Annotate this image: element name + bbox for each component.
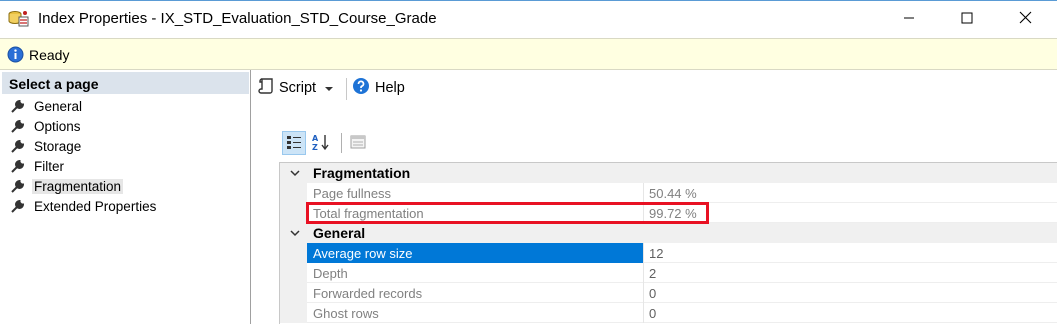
status-bar: Ready — [0, 38, 1057, 70]
property-grid: Fragmentation Page fullness 50.44 % Tota… — [279, 162, 1057, 324]
wrench-icon — [10, 118, 26, 134]
sidebar-item-options[interactable]: Options — [10, 116, 81, 136]
select-page-panel: Select a page General Options Storage Fi… — [0, 70, 251, 324]
sidebar-item-label: Filter — [34, 158, 64, 174]
sidebar-item-storage[interactable]: Storage — [10, 136, 81, 156]
svg-text:A: A — [312, 134, 319, 143]
row-gutter — [280, 183, 307, 203]
sidebar-item-label: Storage — [34, 138, 82, 154]
property-value: 0 — [649, 306, 657, 321]
sidebar-item-fragmentation[interactable]: Fragmentation — [10, 176, 124, 196]
sort-alphabetical-icon: A Z — [311, 133, 331, 154]
property-pages-icon — [350, 135, 366, 152]
sidebar-item-label: General — [34, 98, 83, 114]
property-name: Ghost rows — [307, 303, 644, 323]
wrench-icon — [10, 138, 26, 154]
property-grid-toolbar: A Z — [279, 128, 1057, 160]
property-value: 12 — [649, 246, 664, 261]
property-value: 0 — [649, 286, 657, 301]
property-pages-button[interactable] — [346, 131, 370, 155]
select-page-header: Select a page — [2, 72, 249, 94]
property-row-forwarded-records[interactable]: Forwarded records 0 — [280, 283, 1057, 303]
category-label: Fragmentation — [313, 165, 411, 181]
property-row-page-fullness[interactable]: Page fullness 50.44 % — [280, 183, 1057, 203]
property-value: 2 — [649, 266, 657, 281]
status-text: Ready — [29, 47, 70, 63]
chevron-down-icon[interactable] — [325, 80, 334, 96]
wrench-icon — [10, 198, 26, 214]
script-label: Script — [279, 80, 317, 96]
maximize-button[interactable] — [944, 1, 990, 37]
row-gutter — [280, 243, 307, 263]
sidebar-item-filter[interactable]: Filter — [10, 156, 64, 176]
sidebar-item-label: Options — [34, 118, 81, 134]
toolbar-divider — [346, 78, 347, 100]
property-row-average-row-size[interactable]: Average row size 12 — [280, 243, 1057, 263]
sidebar-item-extended-properties[interactable]: Extended Properties — [10, 196, 156, 216]
database-index-icon — [8, 9, 30, 29]
row-gutter — [280, 263, 307, 283]
sidebar-item-general[interactable]: General — [10, 96, 82, 116]
categorized-icon — [286, 134, 302, 153]
minimize-button[interactable] — [886, 1, 932, 37]
help-label: Help — [375, 80, 405, 96]
close-button[interactable] — [1002, 1, 1048, 37]
svg-text:Z: Z — [312, 143, 318, 151]
property-row-depth[interactable]: Depth 2 — [280, 263, 1057, 283]
category-general[interactable]: General — [280, 223, 1057, 243]
category-fragmentation[interactable]: Fragmentation — [280, 163, 1057, 183]
row-gutter — [280, 303, 307, 323]
property-name: Depth — [307, 263, 644, 283]
property-name: Page fullness — [307, 183, 644, 203]
script-icon — [258, 77, 274, 99]
property-name: Forwarded records — [307, 283, 644, 303]
main-toolbar: Script Help — [252, 70, 1057, 104]
page-content: Script Help A Z Fragmentation Page fulln… — [252, 70, 1057, 324]
wrench-icon — [10, 158, 26, 174]
minimize-icon — [903, 12, 915, 27]
sidebar-item-label: Fragmentation — [32, 178, 124, 194]
info-icon — [7, 46, 24, 63]
alphabetical-button[interactable]: A Z — [309, 131, 333, 155]
property-grid-divider — [341, 133, 342, 153]
property-value: 99.72 % — [649, 206, 697, 221]
chevron-down-icon[interactable] — [289, 166, 301, 178]
property-value: 50.44 % — [649, 186, 697, 201]
maximize-icon — [961, 12, 973, 27]
chevron-down-icon[interactable] — [289, 226, 301, 238]
wrench-icon — [10, 178, 26, 194]
row-gutter — [280, 203, 307, 223]
sidebar-item-label: Extended Properties — [34, 198, 157, 214]
categorized-button[interactable] — [282, 131, 306, 155]
property-row-ghost-rows[interactable]: Ghost rows 0 — [280, 303, 1057, 323]
property-name: Total fragmentation — [307, 203, 644, 223]
property-row-total-fragmentation[interactable]: Total fragmentation 99.72 % — [280, 203, 1057, 223]
window-title: Index Properties - IX_STD_Evaluation_STD… — [38, 10, 437, 27]
script-button[interactable]: Script — [258, 77, 334, 99]
category-label: General — [313, 225, 366, 241]
property-name: Average row size — [307, 243, 644, 263]
row-gutter — [280, 283, 307, 303]
wrench-icon — [10, 98, 26, 114]
close-icon — [1019, 11, 1032, 27]
help-icon — [352, 77, 370, 99]
title-bar: Index Properties - IX_STD_Evaluation_STD… — [0, 0, 1057, 38]
help-button[interactable]: Help — [352, 77, 405, 99]
